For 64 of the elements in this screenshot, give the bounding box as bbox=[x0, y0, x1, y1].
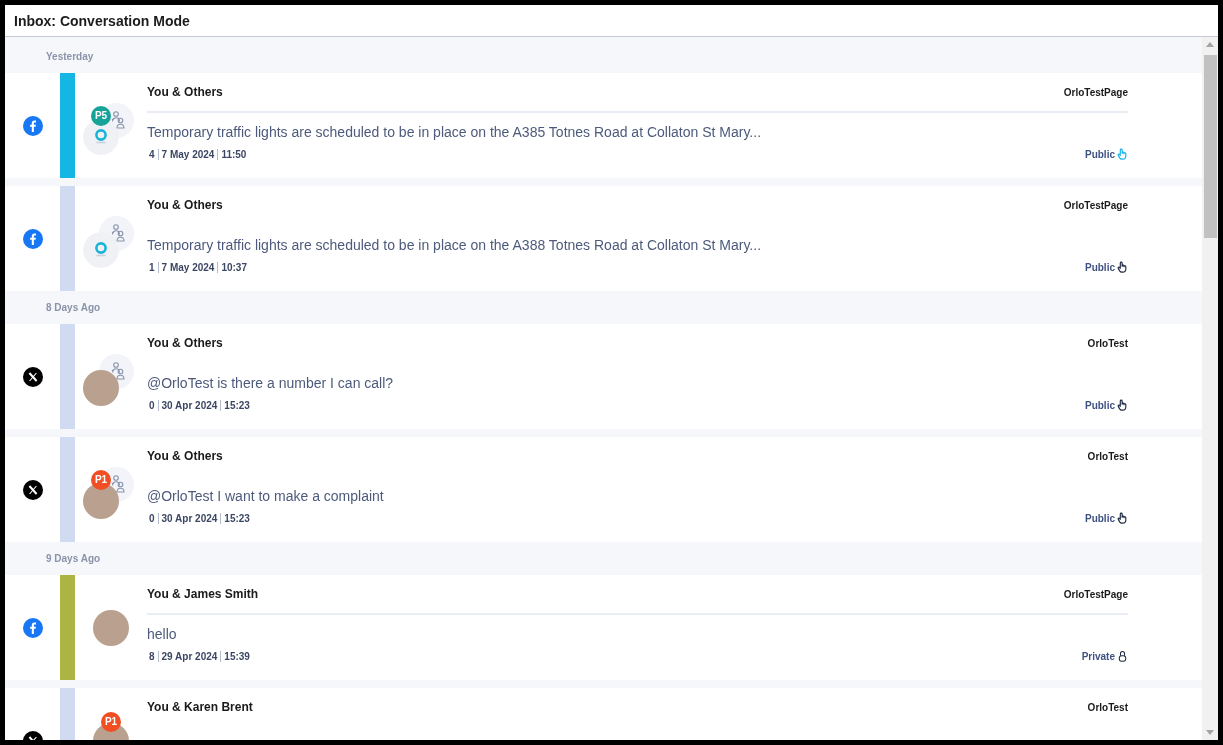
visibility-label: Private bbox=[1081, 650, 1115, 662]
message-text: Temporary traffic lights are scheduled to be in place on the A388 Totnes Road at Collaton St Mary... bbox=[147, 236, 763, 254]
facebook-icon bbox=[23, 115, 43, 136]
message-time: 10:37 bbox=[217, 261, 250, 273]
visibility-label: Public bbox=[1085, 261, 1115, 273]
visibility-label: Public bbox=[1085, 148, 1115, 160]
message-date: 7 May 2024 bbox=[157, 261, 218, 273]
message-text: @OrloTest is there a number I can call? bbox=[147, 374, 395, 392]
message-text: Temporary traffic lights are scheduled to be in place on the A385 Totnes Road at Collaton St Mary... bbox=[147, 123, 763, 141]
window-title: Inbox: Conversation Mode bbox=[14, 12, 190, 29]
scrollbar[interactable] bbox=[1202, 37, 1218, 740]
photo-placeholder bbox=[93, 610, 129, 646]
conversation-row[interactable]: You & Others OrloTest @OrloTest is there a number I can call? 0 30 Apr 2024 15:23 Public bbox=[5, 324, 1202, 429]
conversation-row[interactable]: You & James Smith OrloTestPage hello 8 29 Apr 2024 15:39 Private bbox=[5, 575, 1202, 680]
facebook-icon bbox=[23, 228, 43, 249]
conversation-title: You & Others bbox=[147, 85, 223, 99]
priority-badge: P5 bbox=[91, 106, 111, 126]
message-text: hello bbox=[147, 625, 178, 643]
account-name: OrloTest bbox=[1087, 701, 1128, 713]
message-text: @OrloTest I want to make a complaint bbox=[147, 487, 385, 505]
visibility-label: Public bbox=[1085, 399, 1115, 411]
visibility-label: Public bbox=[1085, 512, 1115, 524]
facebook-icon bbox=[23, 617, 43, 638]
reply-count: 4 bbox=[149, 148, 156, 160]
conversation-title: You & James Smith bbox=[147, 587, 259, 601]
priority-badge: P1 bbox=[101, 712, 121, 732]
conversation-title: You & Karen Brent bbox=[147, 700, 253, 714]
reply-count: 0 bbox=[149, 399, 156, 411]
reply-count: 1 bbox=[149, 261, 156, 273]
account-name: OrloTestPage bbox=[1063, 588, 1128, 600]
scroll-up-button[interactable] bbox=[1206, 42, 1214, 47]
message-time: 15:39 bbox=[220, 650, 253, 662]
conversation-title: You & Others bbox=[147, 336, 223, 350]
message-time: 15:23 bbox=[220, 399, 253, 411]
account-name: OrloTestPage bbox=[1063, 199, 1128, 211]
conversation-row[interactable]: P1 You & Others OrloTest @OrloTest I want to make a complaint 0 30 Apr 2024 15:23 Public bbox=[5, 437, 1202, 542]
date-header: 9 Days Ago bbox=[45, 552, 102, 566]
scroll-down-button[interactable] bbox=[1206, 730, 1214, 735]
account-name: OrloTestPage bbox=[1063, 86, 1128, 98]
conversation-row[interactable]: P1 You & Karen Brent OrloTest bbox=[5, 688, 1202, 740]
x-logo-icon bbox=[23, 366, 43, 387]
conversation-row[interactable]: P5 You & Others OrloTestPage Temporary traffic lights are scheduled to be in place on the A385 Totnes Road at Collaton St Mary... 4 7 May 2024 11:50 Public bbox=[5, 73, 1202, 178]
account-name: OrloTest bbox=[1087, 450, 1128, 462]
photo-placeholder bbox=[83, 370, 119, 406]
x-logo-icon bbox=[23, 479, 43, 500]
message-date: 30 Apr 2024 bbox=[157, 399, 221, 411]
reply-count: 8 bbox=[149, 650, 156, 662]
message-date: 7 May 2024 bbox=[157, 148, 218, 160]
scrollbar-thumb[interactable] bbox=[1204, 55, 1217, 238]
photo-placeholder bbox=[83, 483, 119, 519]
message-date: 29 Apr 2024 bbox=[157, 650, 221, 662]
ring-logo-icon bbox=[83, 119, 119, 155]
date-header: 8 Days Ago bbox=[45, 301, 102, 315]
conversation-row[interactable]: You & Others OrloTestPage Temporary traffic lights are scheduled to be in place on the A388 Totnes Road at Collaton St Mary... 1 7 May 2024 10:37 Public bbox=[5, 186, 1202, 291]
conversation-title: You & Others bbox=[147, 198, 223, 212]
priority-badge: P1 bbox=[91, 470, 111, 490]
account-name: OrloTest bbox=[1087, 337, 1128, 349]
message-time: 11:50 bbox=[217, 148, 250, 160]
date-header: Yesterday bbox=[45, 50, 95, 64]
message-date: 30 Apr 2024 bbox=[157, 512, 221, 524]
message-time: 15:23 bbox=[220, 512, 253, 524]
ring-logo-icon bbox=[83, 232, 119, 268]
conversation-title: You & Others bbox=[147, 449, 223, 463]
reply-count: 0 bbox=[149, 512, 156, 524]
